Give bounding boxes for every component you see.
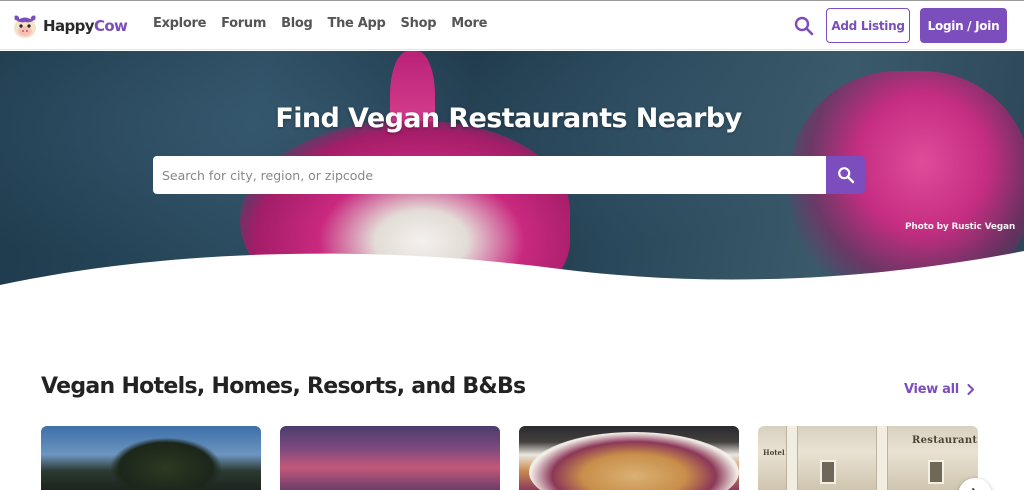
photo-credit[interactable]: Photo by Rustic Vegan (905, 222, 1015, 232)
nav-more[interactable]: More (451, 16, 487, 31)
listing-card[interactable] (41, 426, 261, 490)
carousel-next-button[interactable] (958, 478, 992, 490)
listing-card[interactable] (280, 426, 500, 490)
logo-happy: Happy (43, 17, 95, 35)
hero-title: Find Vegan Restaurants Nearby (275, 103, 742, 134)
add-listing-button[interactable]: Add Listing (826, 8, 910, 43)
view-all-label: View all (904, 382, 959, 397)
section-title: Vegan Hotels, Homes, Resorts, and B&Bs (41, 374, 526, 399)
card-sign-restaurant: Restaurant (912, 435, 978, 446)
hero-banner: Find Vegan Restaurants Nearby Photo by R… (0, 51, 1024, 291)
card-image-tree (111, 438, 221, 488)
search-submit-button[interactable] (826, 156, 865, 194)
card-sign-hotel: Hotel (763, 448, 785, 457)
card-image-column (786, 426, 798, 490)
cow-icon (10, 12, 40, 40)
chevron-right-icon (972, 488, 976, 490)
hero-wave-divider (0, 251, 1024, 291)
view-all-link[interactable]: View all (904, 382, 975, 397)
search-icon[interactable] (793, 15, 815, 37)
card-image-window (928, 460, 944, 484)
nav-forum[interactable]: Forum (221, 16, 266, 31)
nav-explore[interactable]: Explore (153, 16, 206, 31)
chevron-right-icon (967, 384, 974, 395)
login-join-button[interactable]: Login / Join (920, 8, 1007, 43)
search-icon (837, 167, 854, 184)
nav-shop[interactable]: Shop (401, 16, 437, 31)
nav-blog[interactable]: Blog (281, 16, 313, 31)
card-image-food (529, 432, 739, 490)
nav-the-app[interactable]: The App (328, 16, 386, 31)
listing-card[interactable] (519, 426, 739, 490)
logo-wordmark: HappyCow (43, 17, 128, 35)
listing-card[interactable]: Hotel Restaurant (758, 426, 978, 490)
logo-cow: Cow (93, 17, 128, 35)
card-image-window (820, 460, 836, 484)
main-nav: Explore Forum Blog The App Shop More (153, 16, 502, 31)
location-search-input[interactable] (153, 156, 827, 194)
happycow-logo[interactable]: HappyCow (10, 11, 128, 41)
top-navbar: HappyCow Explore Forum Blog The App Shop… (0, 0, 1024, 50)
card-image-column (876, 426, 888, 490)
